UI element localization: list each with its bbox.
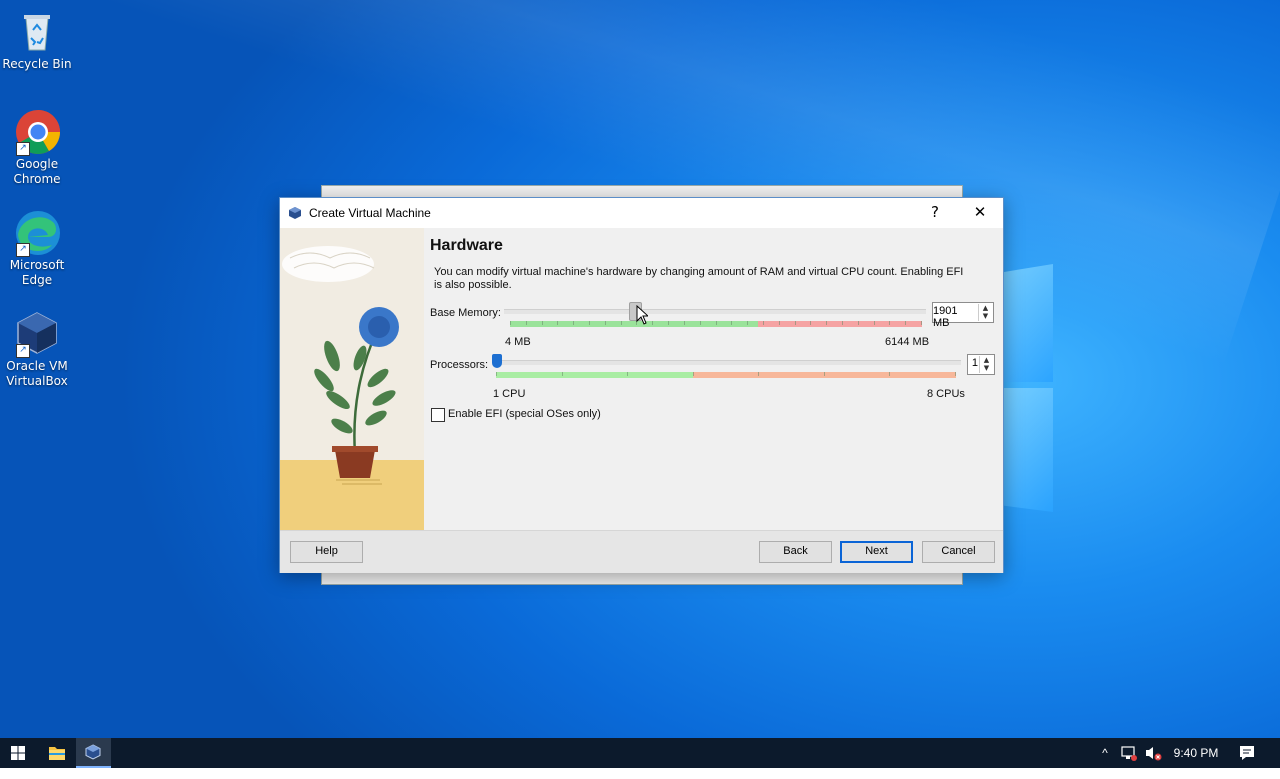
windows-start-icon — [11, 746, 25, 760]
taskbar-file-explorer[interactable] — [40, 738, 74, 768]
taskbar: ^ 9:40 PM — [0, 738, 1280, 768]
desktop-icon-microsoft-edge[interactable]: ↗ Microsoft Edge — [0, 209, 74, 288]
flower-pot-illustration — [280, 246, 424, 530]
base-memory-scale — [510, 321, 922, 327]
scale-tick — [889, 372, 890, 376]
page-description: You can modify virtual machine's hardwar… — [434, 266, 964, 291]
base-memory-value: 1901 MB — [933, 305, 958, 329]
scale-tick — [684, 321, 685, 325]
start-button[interactable] — [0, 738, 36, 768]
page-title: Hardware — [430, 237, 503, 254]
taskbar-virtualbox[interactable] — [76, 738, 111, 768]
desktop-icon-google-chrome[interactable]: ↗ Google Chrome — [0, 108, 74, 187]
create-vm-dialog: Create Virtual Machine ? ✕ Hardware You … — [279, 197, 1004, 573]
show-hidden-icons-chevron-icon[interactable]: ^ — [1098, 738, 1112, 768]
cancel-button[interactable]: Cancel — [922, 541, 995, 563]
scale-tick — [824, 372, 825, 376]
base-memory-max-label: 6144 MB — [885, 336, 930, 348]
mouse-cursor-icon — [636, 305, 648, 325]
chrome-icon: ↗ — [14, 108, 60, 156]
base-memory-slider[interactable] — [504, 309, 926, 314]
scale-tick — [763, 321, 764, 325]
spin-arrows-icon[interactable]: ▲ ▼ — [979, 356, 993, 373]
base-memory-min-label: 4 MB — [505, 336, 531, 348]
scale-tick — [510, 321, 511, 325]
spin-arrows-icon[interactable]: ▲ ▼ — [978, 304, 992, 321]
desktop-icon-virtualbox[interactable]: ↗ Oracle VM VirtualBox — [0, 310, 74, 389]
processors-max-label: 8 CPUs — [927, 388, 965, 400]
scale-tick — [526, 321, 527, 325]
scale-tick — [731, 321, 732, 325]
help-title-button[interactable]: ? — [913, 198, 957, 228]
wizard-illustration — [280, 228, 424, 530]
scale-tick — [496, 372, 497, 376]
shortcut-arrow-icon: ↗ — [16, 243, 30, 257]
processors-spinbox[interactable]: 1 ▲ ▼ — [967, 354, 995, 375]
processors-slider-handle[interactable] — [492, 354, 502, 368]
scale-tick — [810, 321, 811, 325]
base-memory-label: Base Memory: — [430, 307, 501, 319]
dialog-titlebar[interactable]: Create Virtual Machine ? ✕ — [280, 198, 1003, 228]
desktop-icon-label: Recycle Bin — [2, 57, 72, 71]
processors-value: 1 — [971, 357, 978, 369]
dialog-title: Create Virtual Machine — [309, 206, 431, 220]
scale-tick — [700, 321, 701, 325]
windows-logo-graphic — [995, 258, 1055, 512]
scale-tick — [627, 372, 628, 376]
virtualbox-icon: ↗ — [14, 310, 60, 358]
processors-slider[interactable] — [494, 360, 961, 365]
enable-efi-label[interactable]: Enable EFI (special OSes only) — [448, 408, 601, 420]
close-button[interactable]: ✕ — [958, 198, 1002, 228]
scale-tick — [889, 321, 890, 325]
scale-tick — [905, 321, 906, 325]
recycle-bin-icon — [14, 8, 60, 54]
base-memory-spinbox[interactable]: 1901 MB ▲ ▼ — [932, 302, 994, 329]
scale-tick — [826, 321, 827, 325]
scale-tick — [542, 321, 543, 325]
taskbar-clock[interactable]: 9:40 PM — [1172, 738, 1220, 768]
volume-muted-icon[interactable] — [1143, 738, 1163, 768]
scale-tick — [921, 321, 922, 325]
processors-scale — [496, 372, 956, 378]
scale-tick — [955, 372, 956, 376]
scale-tick — [668, 321, 669, 325]
folder-icon — [49, 747, 65, 760]
scale-tick — [842, 321, 843, 325]
scale-tick — [747, 321, 748, 325]
back-button[interactable]: Back — [759, 541, 832, 563]
desktop-icon-label: Microsoft Edge — [9, 258, 65, 287]
help-button[interactable]: Help — [290, 541, 363, 563]
scale-tick — [858, 321, 859, 325]
scale-tick — [693, 372, 694, 376]
desktop-icon-recycle-bin[interactable]: Recycle Bin — [0, 8, 74, 72]
desktop-icon-label: Oracle VM VirtualBox — [6, 359, 68, 388]
scale-tick — [557, 321, 558, 325]
wizard-page-hardware: Hardware You can modify virtual machine'… — [430, 228, 1000, 530]
dialog-footer: Help Back Next Cancel — [280, 530, 1003, 573]
edge-icon: ↗ — [14, 209, 60, 257]
processors-label: Processors: — [430, 359, 489, 371]
scale-tick — [605, 321, 606, 325]
virtualbox-icon — [288, 206, 302, 220]
enable-efi-checkbox[interactable] — [431, 408, 445, 422]
desktop-icon-label: Google Chrome — [13, 157, 61, 186]
notifications-icon[interactable] — [1236, 738, 1258, 768]
scale-tick — [573, 321, 574, 325]
scale-tick — [621, 321, 622, 325]
scale-tick — [589, 321, 590, 325]
scale-tick — [779, 321, 780, 325]
scale-tick — [874, 321, 875, 325]
scale-tick — [562, 372, 563, 376]
scale-tick — [652, 321, 653, 325]
processors-min-label: 1 CPU — [493, 388, 526, 400]
network-icon[interactable] — [1120, 738, 1138, 768]
next-button[interactable]: Next — [840, 541, 913, 563]
virtualbox-icon — [85, 744, 101, 760]
shortcut-arrow-icon: ↗ — [16, 344, 30, 358]
scale-tick — [758, 372, 759, 376]
shortcut-arrow-icon: ↗ — [16, 142, 30, 156]
scale-tick — [716, 321, 717, 325]
scale-tick — [795, 321, 796, 325]
